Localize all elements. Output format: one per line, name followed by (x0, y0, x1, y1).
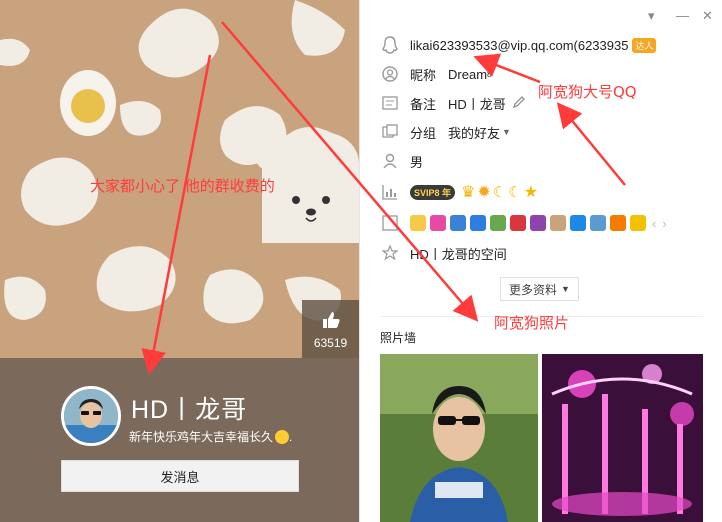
star-outline-icon (380, 243, 400, 263)
badges-icon (380, 213, 400, 233)
like-count: 63519 (313, 336, 348, 350)
cow-badge-icon[interactable] (550, 215, 566, 231)
level-chart-icon (380, 182, 400, 202)
account-row: likai623393533@vip.qq.com(6233935 达人 (380, 34, 657, 56)
send-message-button[interactable]: 发消息 (61, 460, 299, 492)
person-icon (380, 64, 400, 84)
annotation-photo: 阿宽狗照片 (494, 314, 570, 332)
crown-icon: ♛ (461, 184, 476, 201)
cover-panel: 63519 HD丨龙哥 新年快乐鸡年大吉幸福长久. 发消息 (0, 0, 359, 522)
gender-value: 男 (410, 154, 424, 170)
nickname-sup: 8 (487, 69, 492, 79)
shield-badge-icon[interactable] (470, 215, 486, 231)
like-button[interactable]: 63519 (302, 300, 359, 358)
blue-shield-icon[interactable] (570, 215, 586, 231)
star-icon: ★ (523, 184, 539, 201)
group-value[interactable]: 我的好友 (448, 123, 500, 142)
chevron-left-icon[interactable]: ‹ (652, 216, 656, 231)
group-label: 分组 (410, 125, 437, 141)
mail-badge-icon[interactable] (590, 215, 606, 231)
chevron-right-icon[interactable]: › (662, 216, 666, 231)
photo-wall-title: 照片墙 (380, 331, 417, 345)
nickname-row: 昵称 Dream 8 (380, 63, 491, 85)
info-panel: ▾ — ✕ likai623393533@vip.qq.com(6233935 … (359, 0, 722, 522)
thumbs-up-icon (302, 310, 359, 332)
purple-badge-icon[interactable] (530, 215, 546, 231)
app-badge-icon[interactable] (430, 215, 446, 231)
close-icon[interactable]: ✕ (702, 8, 713, 24)
remark-label: 备注 (410, 96, 437, 112)
svip-badge[interactable]: SVIP8 年 (410, 184, 456, 200)
minimize-icon[interactable]: — (676, 8, 689, 23)
signature-text: 新年快乐鸡年大吉幸福长久 (129, 430, 274, 444)
emoji-icon (275, 430, 290, 444)
red-badge-icon[interactable] (510, 215, 526, 231)
photo-2[interactable] (542, 354, 703, 522)
mixed-badge-icon[interactable] (630, 215, 646, 231)
profile-name: HD丨龙哥 (131, 396, 248, 424)
annotation-big-qq: 阿宽狗大号QQ (538, 83, 637, 101)
nickname-label: 昵称 (410, 67, 437, 83)
annotation-warning: 大家都小心了 他的群收费的 (90, 177, 275, 195)
remark-value: HD丨龙哥 (448, 96, 506, 112)
group-row: 分组 我的好友 ▼ (380, 121, 511, 143)
group-icon (380, 122, 400, 142)
vip-badge[interactable]: 达人 (632, 37, 657, 53)
moon-icon: ☾ (508, 184, 522, 201)
edit-icon[interactable] (512, 95, 526, 112)
moon-icon: ☾ (492, 184, 507, 201)
avatar[interactable] (61, 386, 121, 446)
camera-badge-icon[interactable] (450, 215, 466, 231)
space-row: HD丨龙哥的空间 (380, 242, 507, 264)
profile-signature: 新年快乐鸡年大吉幸福长久. (129, 430, 293, 444)
level-row: SVIP8 年 ♛ ✹ ☾ ☾ ★ (380, 181, 538, 203)
star-badge-icon[interactable] (410, 215, 426, 231)
gender-icon (380, 151, 400, 171)
svip-year: 年 (442, 187, 452, 198)
svip-text: SVIP8 (414, 187, 440, 198)
remark-row: 备注 HD丨龙哥 (380, 92, 526, 114)
gender-row: 男 (380, 150, 423, 172)
more-info-button[interactable]: 更多资料 ▼ (500, 277, 579, 301)
more-info-label: 更多资料 (509, 282, 558, 297)
badges-row: ‹ › (380, 212, 667, 234)
nickname-value: Dream (448, 66, 488, 82)
qq-penguin-icon (380, 35, 400, 55)
dropdown-icon[interactable]: ▾ (648, 8, 655, 24)
photo-1[interactable] (380, 354, 538, 522)
card-icon (380, 93, 400, 113)
chevron-down-icon[interactable]: ▼ (502, 127, 511, 137)
account-email[interactable]: likai623393533@vip.qq.com(6233935 (410, 38, 628, 53)
sun-icon: ✹ (477, 184, 491, 201)
chevron-down-icon: ▼ (561, 284, 570, 294)
game-badge-icon[interactable] (490, 215, 506, 231)
qzone-link[interactable]: HD丨龙哥的空间 (410, 244, 507, 263)
orange-badge-icon[interactable] (610, 215, 626, 231)
